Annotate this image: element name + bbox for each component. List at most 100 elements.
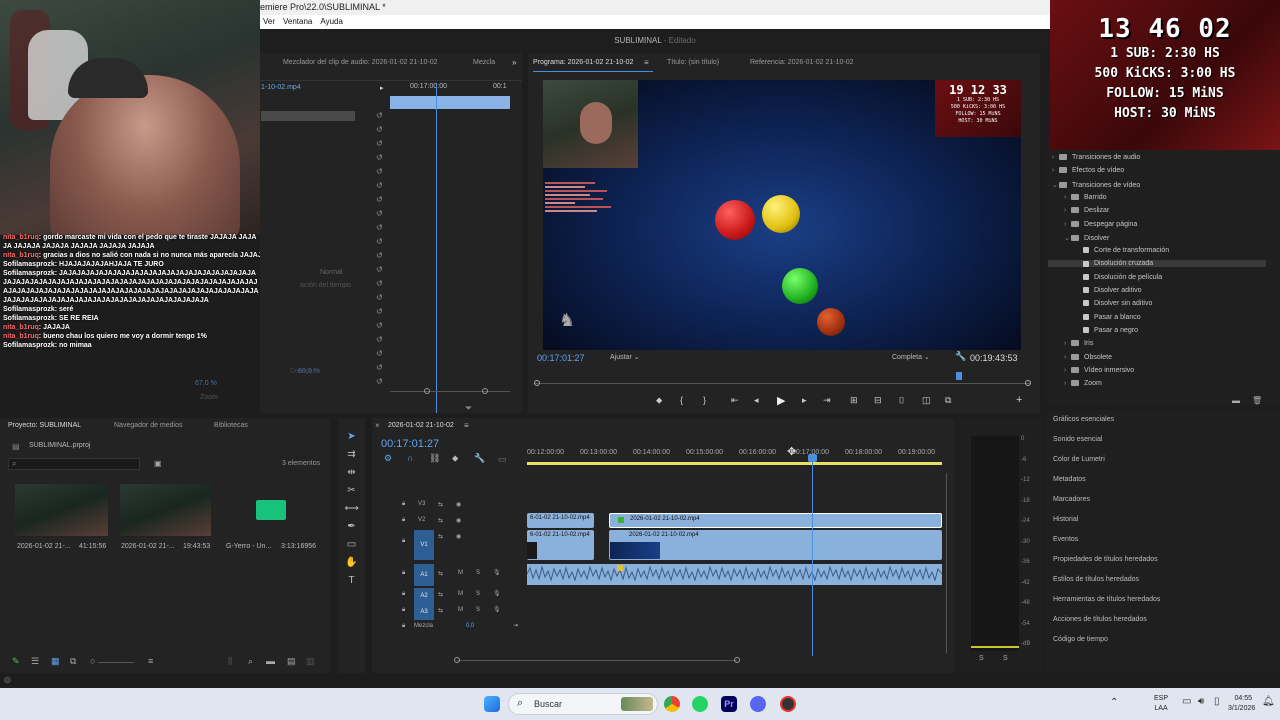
clip-v2[interactable]: 2026-01-02 21-10-02.mp4 [609, 513, 942, 528]
lock-icon[interactable]: 🔒︎ [402, 538, 405, 545]
reset-icon[interactable]: ↺ [376, 165, 386, 179]
project-item-thumbnail[interactable] [15, 484, 108, 536]
tab-audio-clip-mixer[interactable]: Mezclador del clip de audio: 2026-01-02 … [283, 59, 438, 66]
chevron-up-icon[interactable]: ⌃ [1110, 697, 1118, 708]
chevron-right-icon[interactable]: › [1064, 194, 1071, 201]
panel-list-item[interactable]: Marcadores [1046, 490, 1280, 510]
sort-icon[interactable]: ≡ [148, 656, 153, 666]
lift-icon[interactable]: ⊞ [850, 395, 858, 406]
clock[interactable]: 04:55 3/1/2026 [1228, 694, 1255, 714]
zoom-handle[interactable] [482, 388, 488, 394]
lock-icon[interactable]: 🔒︎ [402, 607, 405, 614]
project-item-thumbnail[interactable] [222, 484, 318, 536]
zoom-slider[interactable] [98, 662, 134, 663]
effects-item[interactable]: Disolver sin aditivo [1076, 300, 1152, 307]
battery-icon[interactable]: ▯ [1214, 696, 1220, 707]
mixer-value-b[interactable]: 67,0 % [195, 380, 217, 387]
menu-icon[interactable]: ≡ [644, 58, 649, 67]
vertical-scrollbar[interactable] [946, 473, 947, 653]
wrench-icon[interactable]: 🔧 [474, 453, 485, 464]
master-value[interactable]: 0,0 [466, 623, 474, 629]
tab-sequence[interactable]: 2026-01-02 21-10-02 [388, 422, 454, 429]
eye-icon[interactable]: ◉ [456, 517, 461, 524]
effects-item[interactable]: › Zoom [1064, 380, 1102, 387]
chevron-right-icon[interactable]: › [1064, 354, 1071, 361]
mute-button[interactable]: M [458, 591, 463, 597]
effects-item[interactable]: ⌄ Transiciones de vídeo [1052, 181, 1140, 189]
effects-item[interactable]: › Efectos de vídeo [1052, 167, 1124, 174]
program-timecode[interactable]: 00:17:01:27 [537, 353, 585, 363]
snap-icon[interactable]: ∩ [407, 453, 413, 463]
camera-icon[interactable]: ⌷ [899, 395, 904, 406]
pencil-icon[interactable]: ✎ [12, 656, 20, 667]
freeform-view-icon[interactable]: ⧉ [70, 656, 76, 667]
sync-icon[interactable]: ⇆ [438, 533, 443, 540]
automate-icon[interactable]: ⫼ [228, 656, 232, 667]
chevron-down-icon[interactable]: ⌄ [1064, 234, 1071, 242]
filter-icon[interactable]: ⏷ [465, 403, 472, 414]
play-icon[interactable]: ▶ [777, 394, 785, 407]
reset-icon[interactable]: ↺ [376, 291, 386, 305]
tab-mixer[interactable]: Mezcla [473, 59, 495, 66]
lock-icon[interactable]: 🔒︎ [402, 517, 405, 524]
zoom-slider-handle[interactable]: ○ [90, 656, 95, 666]
comparison-icon[interactable]: ◫ [922, 395, 931, 406]
eye-icon[interactable]: ◉ [456, 501, 461, 508]
microphone-icon[interactable]: 🎙︎ [493, 590, 501, 597]
meter-solo-button[interactable]: S [1003, 655, 1008, 662]
effects-item[interactable]: › Obsolete [1064, 354, 1112, 361]
sync-icon[interactable]: ⇆ [438, 517, 443, 524]
tab-program[interactable]: Programa: 2026-01-02 21-10-02 [533, 59, 633, 66]
slip-tool-icon[interactable]: ⟷ [345, 502, 359, 516]
extract-icon[interactable]: ⊟ [874, 395, 882, 406]
chevron-right-icon[interactable]: › [1064, 221, 1071, 228]
menu-ver[interactable]: Ver [263, 17, 275, 29]
panel-list-item[interactable]: Sonido esencial [1046, 430, 1280, 450]
chevron-down-icon[interactable]: ⌄ [1052, 181, 1059, 189]
mixer-clip-bar[interactable] [390, 96, 510, 109]
taskbar-search-input[interactable]: ⌕ Buscar [508, 693, 658, 715]
reset-icon[interactable]: ↺ [376, 249, 386, 263]
scrub-end-handle[interactable] [1025, 380, 1031, 386]
reset-icon[interactable]: ↺ [376, 221, 386, 235]
reset-icon[interactable]: ↺ [376, 137, 386, 151]
close-icon[interactable]: × [375, 421, 380, 430]
nest-icon[interactable]: ⚙ [384, 453, 392, 464]
reset-icon[interactable]: ↺ [376, 151, 386, 165]
effects-item[interactable]: Disolver aditivo [1076, 287, 1141, 294]
sync-icon[interactable]: ⇆ [438, 570, 443, 577]
clear-icon[interactable]: ▥ [306, 656, 315, 667]
sync-icon[interactable]: ⇆ [438, 501, 443, 508]
hand-tool-icon[interactable]: ✋ [345, 556, 359, 570]
reset-icon[interactable]: ↺ [376, 123, 386, 137]
timeline-scrollbar[interactable] [457, 660, 737, 661]
panel-list-item[interactable]: Historial [1046, 510, 1280, 530]
reset-icon[interactable]: ↺ [376, 347, 386, 361]
panel-list-item[interactable]: Color de Lumetri [1046, 450, 1280, 470]
mark-out-icon[interactable]: } [703, 395, 706, 405]
lock-icon[interactable]: 🔒︎ [402, 623, 405, 630]
tab-title[interactable]: Título: (sin título) [667, 59, 719, 66]
razor-tool-icon[interactable]: ✂ [345, 484, 359, 498]
effects-item[interactable]: ⌄ Disolver [1064, 234, 1109, 242]
meter-solo-button[interactable]: S [979, 655, 984, 662]
trash-icon[interactable]: 🗑︎ [1252, 396, 1262, 405]
solo-button[interactable]: S [476, 591, 480, 597]
menu-icon[interactable]: ≡ [464, 421, 469, 430]
reset-icon[interactable]: ↺ [376, 235, 386, 249]
effects-item[interactable]: › Barrido [1064, 194, 1107, 201]
obs-icon[interactable] [780, 696, 796, 712]
scrub-start-handle[interactable] [534, 380, 540, 386]
playhead-line[interactable] [436, 83, 437, 413]
program-scrub-bar[interactable] [535, 383, 1031, 384]
tab-media-browser[interactable]: Navegador de medios [114, 422, 183, 429]
project-search-input[interactable]: ⌕ [8, 458, 140, 470]
microphone-icon[interactable]: 🎙︎ [493, 606, 501, 613]
playhead-handle[interactable] [808, 454, 817, 462]
type-tool-icon[interactable]: T [345, 574, 359, 588]
sync-icon[interactable]: ⇆ [438, 591, 443, 598]
menu-ventana[interactable]: Ventana [283, 17, 312, 29]
go-to-end-icon[interactable]: ⇥ [513, 622, 518, 629]
chevron-right-icon[interactable]: › [1052, 167, 1059, 174]
reset-icon[interactable]: ↺ [376, 109, 386, 123]
